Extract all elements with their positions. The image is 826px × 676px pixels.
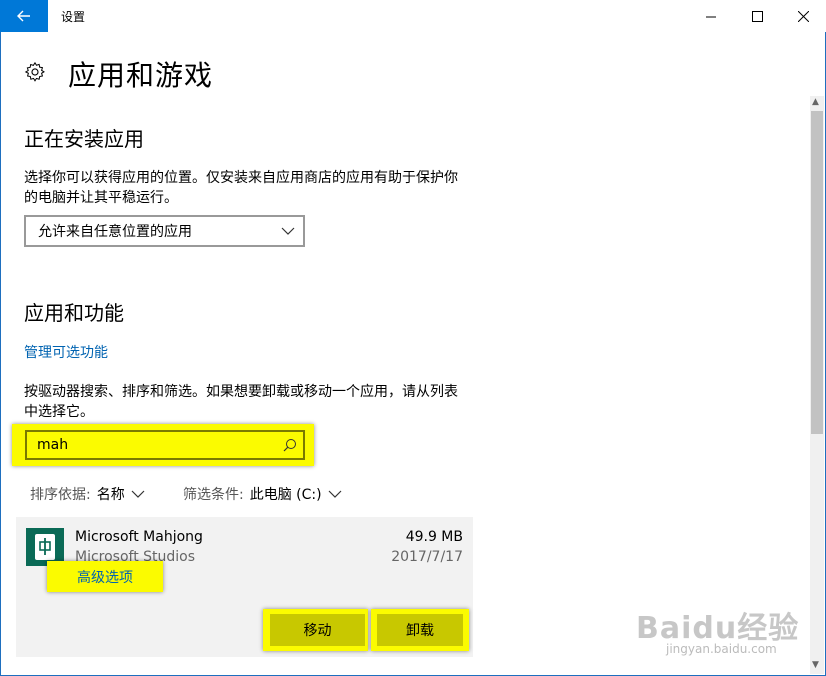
search-input[interactable] (37, 437, 257, 453)
filter-label: 筛选条件: (183, 487, 244, 503)
close-icon (797, 10, 809, 22)
maximize-button[interactable] (734, 0, 780, 32)
search-icon[interactable] (283, 438, 297, 452)
maximize-icon (751, 10, 763, 22)
install-description: 选择你可以获得应用的位置。仅安装来自应用商店的应用有助于保护你的电脑并让其平稳运… (24, 170, 458, 206)
title-bar: 设置 (0, 0, 826, 32)
gear-icon (24, 61, 45, 82)
app-search-box[interactable] (25, 430, 305, 460)
scrollbar-thumb[interactable] (811, 111, 823, 434)
baidu-watermark: Baidu经验 (636, 611, 800, 646)
apps-description: 按驱动器搜索、排序和筛选。如果想要卸载或移动一个应用，请从列表中选择它。 (24, 384, 458, 420)
back-arrow-icon (17, 10, 30, 22)
advanced-options-link[interactable]: 高级选项 (47, 561, 163, 592)
move-button[interactable]: 移动 (270, 614, 365, 646)
sort-label: 排序依据: (30, 487, 91, 503)
apps-section-heading: 应用和功能 (24, 301, 124, 325)
minimize-button[interactable] (688, 0, 734, 32)
app-name: Microsoft Mahjong (75, 529, 203, 545)
chevron-down-icon (131, 490, 145, 498)
dropdown-value: 允许来自任意位置的应用 (38, 224, 192, 240)
page-title: 应用和游戏 (68, 59, 214, 92)
sort-by-dropdown[interactable]: 排序依据: 名称 (30, 484, 145, 504)
back-button[interactable] (0, 0, 48, 32)
minimize-icon (705, 16, 716, 17)
app-size: 49.9 MB (405, 529, 463, 545)
scroll-down-arrow-icon[interactable]: ▼ (812, 660, 819, 670)
filter-value: 此电脑 (C:) (249, 487, 322, 503)
close-button[interactable] (780, 0, 826, 32)
install-section-heading: 正在安装应用 (24, 127, 144, 151)
sort-value: 名称 (96, 487, 125, 503)
filter-dropdown[interactable]: 筛选条件: 此电脑 (C:) (183, 484, 342, 504)
chevron-down-icon (328, 490, 342, 498)
install-source-dropdown[interactable]: 允许来自任意位置的应用 (24, 215, 305, 247)
baidu-watermark-url: jingyan.baidu.com (666, 642, 777, 656)
app-install-date: 2017/7/17 (391, 549, 463, 565)
chevron-down-icon (281, 227, 295, 235)
manage-optional-features-link[interactable]: 管理可选功能 (24, 342, 108, 362)
window-title: 设置 (61, 10, 86, 24)
scroll-up-arrow-icon[interactable]: ▲ (812, 97, 819, 107)
uninstall-button[interactable]: 卸载 (377, 614, 463, 646)
